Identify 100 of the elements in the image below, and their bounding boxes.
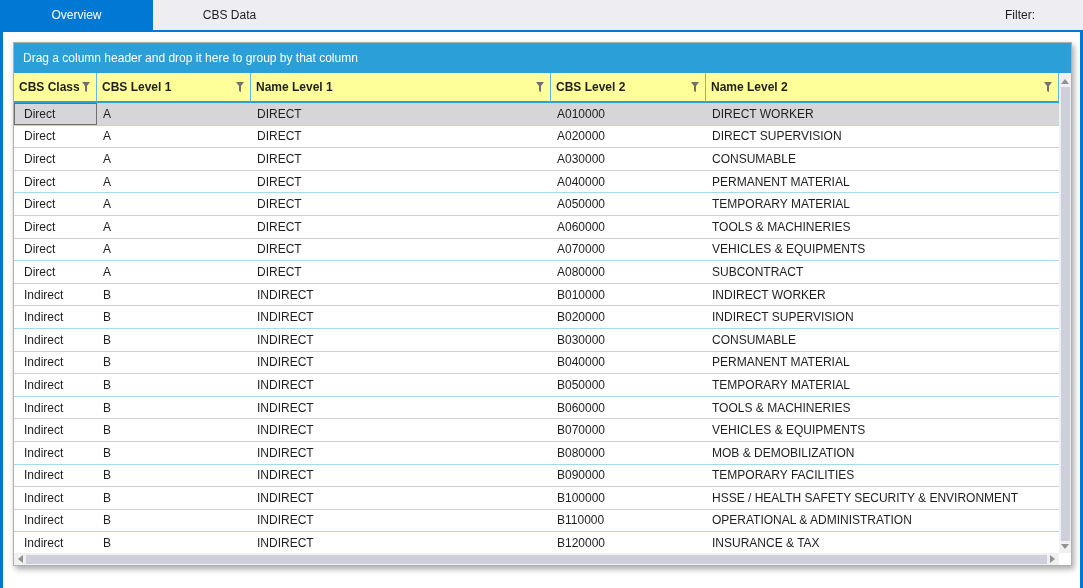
table-cell-text: A080000 <box>556 263 607 281</box>
table-cell: Direct <box>14 103 97 125</box>
table-cell-text: A <box>102 128 112 146</box>
table-cell-text: A040000 <box>556 173 607 191</box>
table-cell-text: SUBCONTRACT <box>711 263 805 281</box>
table-cell-text: DIRECT <box>256 151 303 168</box>
table-row[interactable]: Direct A DIRECT A070000 VEHICLES & EQUIPMENTS <box>14 238 1059 262</box>
table-cell-text: CONSUMABLE <box>711 331 798 349</box>
table-cell-text: Indirect <box>23 354 65 372</box>
column-header[interactable]: Name Level 1 <box>251 73 551 103</box>
scroll-right-icon[interactable] <box>1050 555 1055 563</box>
scroll-left-icon[interactable] <box>18 555 23 563</box>
table-cell-text: OPERATIONAL & ADMINISTRATION <box>711 512 913 530</box>
table-row[interactable]: Indirect B INDIRECT B100000 HSSE / HEALTH SAFETY SECURITY & ENVIRONMENT <box>14 487 1059 510</box>
vertical-scrollbar[interactable] <box>1059 73 1071 553</box>
tab[interactable]: Overview <box>0 0 153 30</box>
table-row[interactable]: Direct A DIRECT A010000 DIRECT WORKER <box>14 103 1059 126</box>
scroll-thumb[interactable] <box>26 554 1047 564</box>
filter-icon[interactable] <box>536 82 544 92</box>
table-cell-text: Indirect <box>23 422 65 440</box>
table-row[interactable]: Indirect B INDIRECT B020000 INDIRECT SUPERVISION <box>14 306 1059 329</box>
table-cell-text: Indirect <box>23 309 65 327</box>
table-row[interactable]: Indirect B INDIRECT B050000 TEMPORARY MATERIAL <box>14 374 1059 397</box>
table-row[interactable]: Indirect B INDIRECT B030000 CONSUMABLE <box>14 328 1059 352</box>
table-row[interactable]: Indirect B INDIRECT B060000 TOOLS & MACHINERIES <box>14 396 1059 420</box>
table-cell-text: DIRECT <box>256 218 303 236</box>
table-cell-text: B120000 <box>556 535 607 553</box>
table-cell-text: B110000 <box>556 512 606 530</box>
table-cell-text: A <box>102 241 112 259</box>
scroll-thumb[interactable] <box>1060 87 1070 541</box>
table-cell-text: B070000 <box>556 422 607 440</box>
table-row[interactable]: Direct A DIRECT A040000 PERMANENT MATERIAL <box>14 170 1059 194</box>
table-cell-text: DIRECT <box>256 128 303 146</box>
table-cell-text: Indirect <box>23 376 65 394</box>
table-cell-text: INDIRECT <box>256 399 315 417</box>
table-cell-text: TEMPORARY MATERIAL <box>711 376 852 394</box>
table-cell-text: A050000 <box>556 196 607 214</box>
table-row[interactable]: Direct A DIRECT A030000 CONSUMABLE <box>14 148 1059 171</box>
table-row[interactable]: Indirect B INDIRECT B070000 VEHICLES & EQUIPMENTS <box>14 419 1059 442</box>
table-row[interactable]: Direct A DIRECT A020000 DIRECT SUPERVISION <box>14 125 1059 149</box>
table-cell-text: A <box>102 105 112 123</box>
table-row[interactable]: Direct A DIRECT A050000 TEMPORARY MATERIAL <box>14 193 1059 216</box>
table-cell-text: VEHICLES & EQUIPMENTS <box>711 422 867 440</box>
table-row[interactable]: Indirect B INDIRECT B040000 PERMANENT MATERIAL <box>14 351 1059 375</box>
table-cell-text: A060000 <box>556 218 607 236</box>
table-row[interactable]: Direct A DIRECT A060000 TOOLS & MACHINERIES <box>14 215 1059 239</box>
table-cell-text: DIRECT <box>256 196 303 214</box>
table-row[interactable]: Indirect B INDIRECT B080000 MOB & DEMOBILIZATION <box>14 441 1059 465</box>
tab[interactable]: CBS Data <box>153 0 306 30</box>
column-header[interactable]: Name Level 2 <box>706 73 1059 103</box>
table-cell-text: B080000 <box>556 444 607 462</box>
column-header[interactable]: CBS Level 2 <box>551 73 706 103</box>
filter-icon[interactable] <box>82 82 90 92</box>
table-cell-text: B <box>102 286 112 304</box>
table-row[interactable]: Indirect B INDIRECT B110000 OPERATIONAL & ADMINISTRATION <box>14 509 1059 533</box>
table-cell-text: DIRECT SUPERVISION <box>711 128 843 146</box>
table-cell-text: TOOLS & MACHINERIES <box>711 399 852 417</box>
table-cell-text: TOOLS & MACHINERIES <box>711 218 852 236</box>
table-cell-text: B040000 <box>556 354 607 372</box>
table-cell-text: B <box>102 354 112 372</box>
filter-icon[interactable] <box>236 82 244 92</box>
table-cell-text: B <box>102 512 112 530</box>
table-cell-text: DIRECT <box>256 241 303 259</box>
table-cell-text: Indirect <box>23 535 65 553</box>
table-cell-text: A <box>102 173 112 191</box>
horizontal-scrollbar[interactable] <box>14 553 1059 565</box>
table-row[interactable]: Indirect B INDIRECT B010000 INDIRECT WORKER <box>14 283 1059 307</box>
table-cell-text: DIRECT <box>256 263 303 281</box>
table-cell-text: Indirect <box>23 489 65 507</box>
table-cell-text: CONSUMABLE <box>711 151 798 168</box>
table-row[interactable]: Indirect B INDIRECT B090000 TEMPORARY FACILITIES <box>14 464 1059 488</box>
table-cell-text: Indirect <box>23 467 65 485</box>
table-cell-text: B <box>102 489 112 507</box>
table-row[interactable]: Direct A DIRECT A080000 SUBCONTRACT <box>14 261 1059 284</box>
filter-icon[interactable] <box>691 82 699 92</box>
table-cell-text: B010000 <box>556 286 607 304</box>
table-cell-text: INDIRECT <box>256 422 315 440</box>
table-cell-text: A020000 <box>556 128 607 146</box>
table-cell-text: Indirect <box>23 331 65 349</box>
table-cell-text: DIRECT WORKER <box>711 105 815 123</box>
filter-label: Filter: <box>1005 7 1035 24</box>
table-cell-text: TEMPORARY MATERIAL <box>711 196 852 214</box>
scroll-up-icon[interactable] <box>1061 79 1069 84</box>
table-cell-text: INSURANCE & TAX <box>711 535 821 553</box>
table-cell-text: A070000 <box>556 241 607 259</box>
table-cell-text: Direct <box>23 128 57 146</box>
column-header[interactable]: CBS Level 1 <box>97 73 251 103</box>
table-cell-text: Indirect <box>23 399 65 417</box>
table-cell-text: B <box>102 422 112 440</box>
table-cell-text: Direct <box>23 218 57 236</box>
table-cell-text: B <box>102 376 112 394</box>
scroll-down-icon[interactable] <box>1061 544 1069 549</box>
table-cell-text: Direct <box>23 241 57 259</box>
column-header[interactable]: CBS Class <box>14 73 97 103</box>
table-cell-text: Indirect <box>23 444 65 462</box>
table-cell-text: A <box>102 196 112 214</box>
table-cell-text: MOB & DEMOBILIZATION <box>711 444 856 462</box>
filter-icon[interactable] <box>1044 82 1052 92</box>
table-cell-text: Direct <box>23 196 57 214</box>
table-cell-text: HSSE / HEALTH SAFETY SECURITY & ENVIRONMENT <box>711 489 1020 507</box>
